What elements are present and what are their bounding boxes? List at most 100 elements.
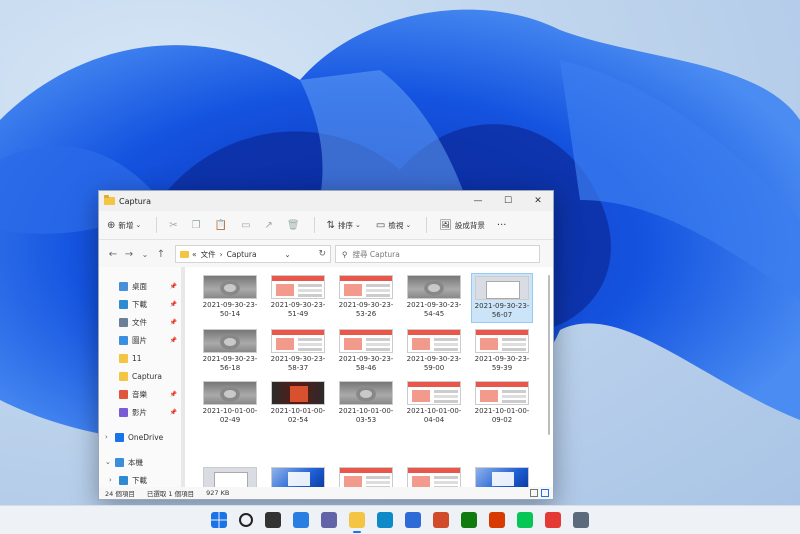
rename-icon[interactable]: ▭ xyxy=(241,220,250,231)
more-label: ··· xyxy=(496,219,507,231)
file-item[interactable]: 2021-09-30-23- 58-46 xyxy=(335,327,397,375)
file-item[interactable]: 2021-09-30-23- 54-45 xyxy=(403,273,465,323)
delete-icon[interactable]: 🗑 xyxy=(287,220,300,231)
address-bar[interactable]: « 文件 › Captura ⌄ ↻ xyxy=(175,245,331,263)
set-background-label: 設成背景 xyxy=(454,220,485,230)
task-view-icon[interactable] xyxy=(265,512,281,528)
sort-icon: ⇅ xyxy=(326,219,336,231)
file-name: 2021-09-30-23- 53-26 xyxy=(338,301,394,318)
file-item[interactable]: 2021-10-01-00- 02-54 xyxy=(267,379,329,427)
sidebar-item[interactable]: 圖片 📌 xyxy=(99,331,181,349)
item-count: 24 個項目 xyxy=(105,490,135,498)
chevron-down-icon[interactable]: ⌄ xyxy=(137,250,153,259)
details-view-icon[interactable] xyxy=(530,489,538,497)
search-input[interactable]: ⚲ 搜尋 Captura xyxy=(335,245,540,263)
refresh-icon[interactable]: ↻ xyxy=(318,249,326,259)
sidebar-item[interactable]: 11 xyxy=(99,349,181,367)
sidebar-item[interactable]: 桌面 📌 xyxy=(99,277,181,295)
edge-icon[interactable] xyxy=(377,512,393,528)
xbox-icon[interactable] xyxy=(461,512,477,528)
set-background-button[interactable]: 🖼 設成背景 xyxy=(439,220,485,231)
calculator-icon[interactable] xyxy=(573,512,589,528)
divider xyxy=(313,217,315,233)
chevron-down-icon: ⌄ xyxy=(405,221,412,229)
file-grid: 2021-09-30-23- 50-14 2021-09-30-23- 51-49… xyxy=(199,273,553,499)
chevron-right-icon[interactable]: › xyxy=(109,476,119,484)
pin-icon[interactable]: 📌 xyxy=(170,391,177,398)
chevron-down-icon: ⌄ xyxy=(355,221,361,229)
file-item[interactable]: 2021-09-30-23- 51-49 xyxy=(267,273,329,323)
file-name: 2021-10-01-00- 02-49 xyxy=(202,407,258,424)
chevron-down-icon[interactable]: ⌄ xyxy=(284,250,290,259)
maximize-button[interactable]: ☐ xyxy=(493,191,523,211)
sidebar-this-pc[interactable]: ⌄ 本機 xyxy=(99,453,181,471)
file-item[interactable]: 2021-09-30-23- 58-37 xyxy=(267,327,329,375)
sidebar-item[interactable]: 音樂 📌 xyxy=(99,385,181,403)
store-icon[interactable] xyxy=(405,512,421,528)
sidebar-item[interactable]: 影片 📌 xyxy=(99,403,181,421)
file-item[interactable]: 2021-10-01-00- 04-04 xyxy=(403,379,465,427)
file-item[interactable]: 2021-09-30-23- 53-26 xyxy=(335,273,397,323)
copy-icon[interactable]: ❐ xyxy=(192,220,201,231)
sidebar-item-label: 音樂 xyxy=(132,389,147,399)
sidebar-item-label: 下載 xyxy=(132,299,147,309)
cut-icon[interactable]: ✂ xyxy=(169,220,177,231)
view-button[interactable]: ▭ 檢視 ⌄ xyxy=(376,220,414,231)
breadcrumb-overflow[interactable]: « xyxy=(192,250,197,259)
pin-icon[interactable]: 📌 xyxy=(170,283,177,290)
file-item[interactable]: 2021-10-01-00- 02-49 xyxy=(199,379,261,427)
selection-count: 已選取 1 個項目 xyxy=(146,490,195,498)
paste-icon[interactable]: 📋 xyxy=(215,220,227,231)
chevron-right-icon[interactable]: › xyxy=(105,433,115,441)
content-scrollbar[interactable] xyxy=(548,275,550,435)
sidebar-item-label: 下載 xyxy=(132,475,147,485)
breadcrumb-item[interactable]: 文件 xyxy=(201,249,216,260)
file-item[interactable]: 2021-09-30-23- 59-39 xyxy=(471,327,533,375)
back-icon[interactable]: ← xyxy=(105,249,121,260)
search-icon[interactable] xyxy=(239,513,253,527)
sidebar-item-label: OneDrive xyxy=(128,432,164,442)
file-name: 2021-09-30-23- 58-37 xyxy=(270,355,326,372)
minimize-button[interactable]: — xyxy=(463,191,493,211)
folder-icon xyxy=(119,281,128,291)
explorer-body: 桌面 📌 下載 📌 文件 📌 圖片 📌 11 Captura 音樂 📌 影片 📌 › OneDrive ⌄ 本機 ›… xyxy=(99,267,553,499)
folder-icon xyxy=(119,299,128,309)
sidebar-onedrive[interactable]: › OneDrive xyxy=(99,428,181,446)
file-item[interactable]: 2021-09-30-23- 56-07 xyxy=(471,273,533,323)
file-item[interactable]: 2021-09-30-23- 56-18 xyxy=(199,327,261,375)
pin-icon[interactable]: 📌 xyxy=(170,337,177,344)
breadcrumb-separator-icon: › xyxy=(219,249,223,259)
chat-icon[interactable] xyxy=(321,512,337,528)
breadcrumb-item[interactable]: Captura xyxy=(227,250,257,259)
file-item[interactable]: 2021-09-30-23- 50-14 xyxy=(199,273,261,323)
pin-icon[interactable]: 📌 xyxy=(170,319,177,326)
file-item[interactable]: 2021-10-01-00- 09-02 xyxy=(471,379,533,427)
sidebar-item[interactable]: Captura xyxy=(99,367,181,385)
up-icon[interactable]: ↑ xyxy=(153,249,169,260)
chevron-down-icon[interactable]: ⌄ xyxy=(105,458,115,466)
widgets-icon[interactable] xyxy=(293,512,309,528)
title-bar[interactable]: Captura — ☐ ✕ xyxy=(99,191,553,211)
file-item[interactable]: 2021-10-01-00- 03-53 xyxy=(335,379,397,427)
pin-icon[interactable]: 📌 xyxy=(170,301,177,308)
more-options-button[interactable]: ··· xyxy=(497,220,507,231)
start-icon[interactable] xyxy=(211,512,227,528)
tiles-view-icon[interactable] xyxy=(541,489,549,497)
sidebar-item-label: 影片 xyxy=(132,407,147,417)
share-icon[interactable]: ↗ xyxy=(265,220,273,231)
sort-button[interactable]: ⇅ 排序 ⌄ xyxy=(327,220,364,231)
photos-icon[interactable] xyxy=(433,512,449,528)
new-button[interactable]: ⊕ 新增 ⌄ xyxy=(107,220,144,231)
screen-recorder-icon[interactable] xyxy=(545,512,561,528)
sidebar-item-label: 文件 xyxy=(132,317,147,327)
sidebar-item[interactable]: 下載 📌 xyxy=(99,295,181,313)
file-name: 2021-09-30-23- 56-07 xyxy=(474,302,530,319)
line-icon[interactable] xyxy=(517,512,533,528)
forward-icon[interactable]: → xyxy=(121,249,137,260)
file-item[interactable]: 2021-09-30-23- 59-00 xyxy=(403,327,465,375)
file-explorer-icon[interactable] xyxy=(349,512,365,533)
office-icon[interactable] xyxy=(489,512,505,528)
pin-icon[interactable]: 📌 xyxy=(170,409,177,416)
close-button[interactable]: ✕ xyxy=(523,191,553,211)
sidebar-item[interactable]: 文件 📌 xyxy=(99,313,181,331)
